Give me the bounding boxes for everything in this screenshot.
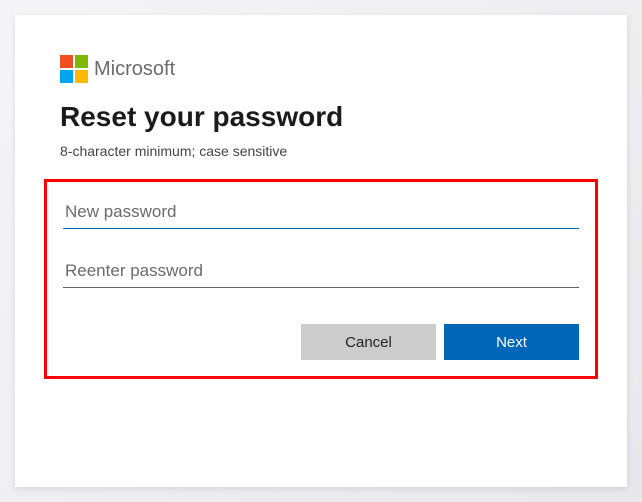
brand-row: Microsoft (60, 55, 582, 83)
form-highlight-box: Cancel Next (44, 179, 598, 379)
reenter-password-input[interactable] (63, 255, 579, 288)
reset-password-card: Microsoft Reset your password 8-characte… (15, 15, 627, 487)
cancel-button[interactable]: Cancel (301, 324, 436, 360)
page-subtitle: 8-character minimum; case sensitive (60, 143, 582, 159)
next-button[interactable]: Next (444, 324, 579, 360)
button-row: Cancel Next (63, 324, 579, 360)
page-title: Reset your password (60, 101, 582, 133)
microsoft-logo-icon (60, 55, 88, 83)
brand-name: Microsoft (94, 58, 175, 81)
new-password-input[interactable] (63, 196, 579, 229)
